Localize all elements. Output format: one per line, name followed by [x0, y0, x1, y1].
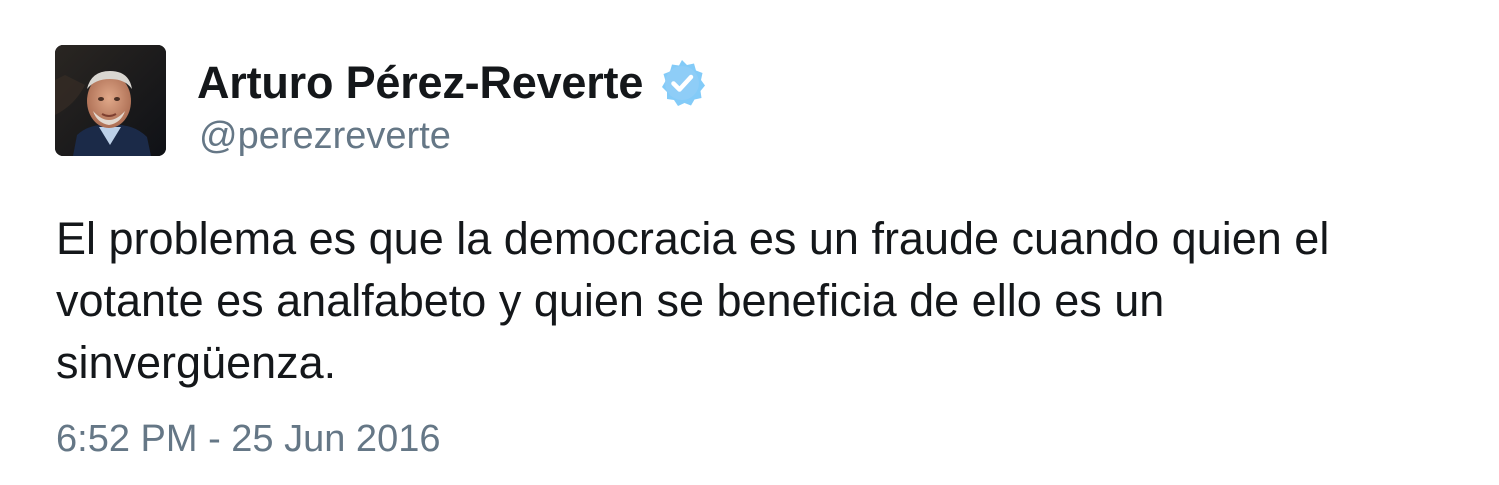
tweet-timestamp[interactable]: 6:52 PM - 25 Jun 2016 — [56, 418, 440, 461]
author-name-row[interactable]: Arturo Pérez-Reverte — [197, 54, 707, 112]
profile-photo-icon — [55, 45, 166, 156]
tweet-text-line: sinvergüenza. — [56, 337, 337, 388]
tweet-text: El problema es que la democracia es un f… — [56, 208, 1476, 394]
tweet-text-line: votante es analfabeto y quien se benefic… — [56, 275, 1165, 326]
verified-badge-icon — [657, 58, 707, 108]
tweet-text-line: El problema es que la democracia es un f… — [56, 213, 1330, 264]
avatar[interactable] — [55, 45, 166, 156]
tweet-card: Arturo Pérez-Reverte @perezreverte El pr… — [0, 0, 1499, 485]
author-display-name[interactable]: Arturo Pérez-Reverte — [197, 57, 643, 109]
author-handle[interactable]: @perezreverte — [199, 115, 451, 158]
